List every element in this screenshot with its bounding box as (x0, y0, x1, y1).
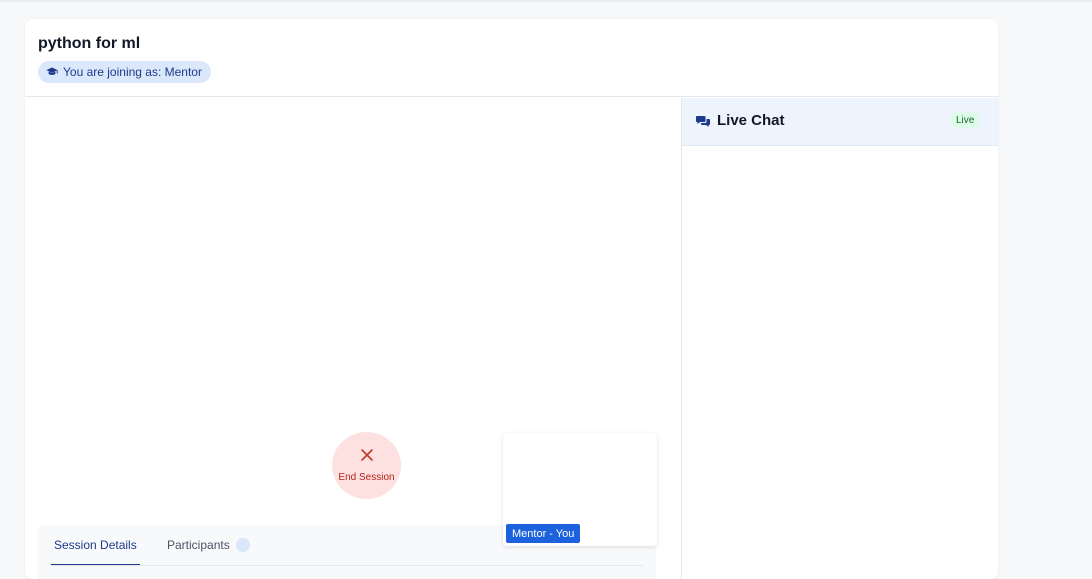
tab-session-details-label: Session Details (54, 537, 137, 552)
self-video-tile: Mentor - You (503, 433, 657, 546)
end-session-button[interactable]: End Session (332, 432, 401, 499)
self-video-label: Mentor - You (506, 524, 581, 543)
role-badge: You are joining as: Mentor (38, 61, 211, 83)
tab-participants-label: Participants (167, 538, 230, 552)
chat-bubbles-icon (696, 116, 710, 127)
participants-count-badge (235, 538, 250, 552)
live-chat-panel: Live Chat Live (681, 98, 998, 579)
tabs-divider (51, 565, 643, 566)
live-status-badge: Live (951, 112, 980, 128)
top-bar-shadow (0, 0, 1092, 3)
graduation-cap-icon (46, 67, 58, 75)
session-header: python for ml You are joining as: Mentor (25, 19, 998, 97)
tab-session-details[interactable]: Session Details (51, 525, 140, 565)
live-chat-title: Live Chat (717, 112, 785, 129)
video-area: End Session Session Details Participants… (25, 98, 681, 579)
session-title: python for ml (38, 35, 141, 52)
session-card: python for ml You are joining as: Mentor… (25, 19, 998, 579)
tab-participants[interactable]: Participants (167, 525, 250, 565)
role-badge-text: You are joining as: Mentor (63, 65, 202, 79)
live-chat-header: Live Chat Live (682, 98, 998, 146)
close-icon (360, 449, 373, 461)
end-session-label: End Session (338, 472, 395, 483)
